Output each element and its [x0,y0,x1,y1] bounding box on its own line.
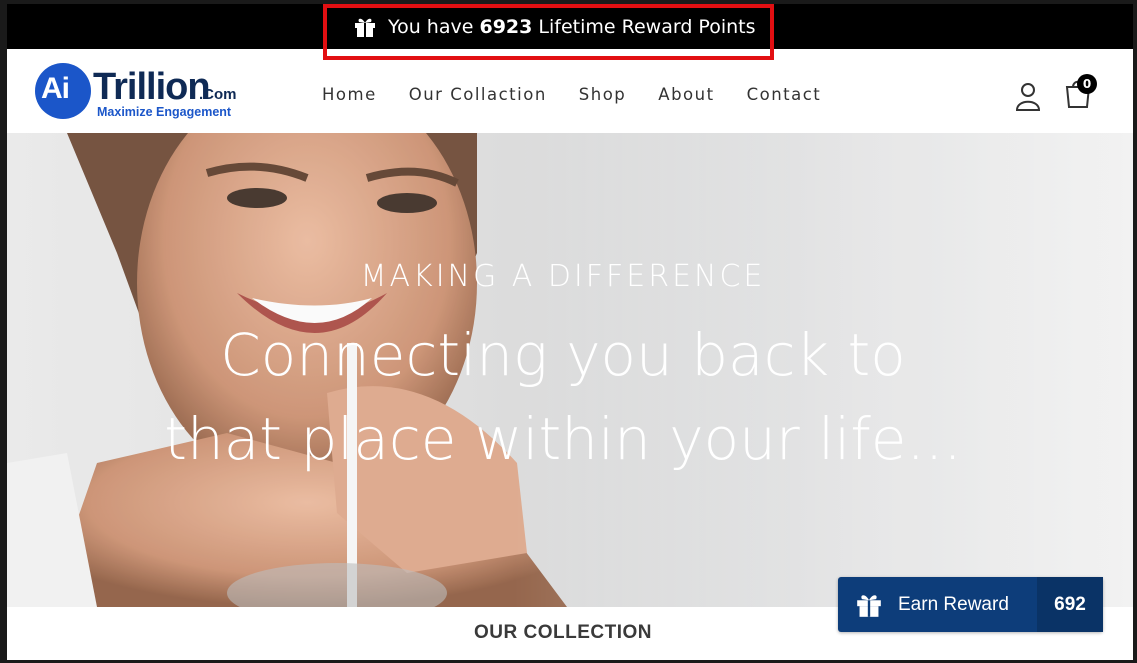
announcement-prefix: You have [388,16,474,38]
gift-icon [355,18,375,37]
announcement-content: You have 6923 Lifetime Reward Points [354,14,756,40]
hero-title-line-2: that place within your life... [164,405,962,473]
announcement-text: You have 6923 Lifetime Reward Points [388,16,756,38]
nav-shop[interactable]: Shop [579,85,627,104]
earn-reward-button[interactable]: Earn Reward 692 [838,577,1103,632]
announcement-suffix: Lifetime Reward Points [538,16,756,38]
announcement-bar: You have 6923 Lifetime Reward Points [7,4,1133,49]
earn-reward-points: 692 [1037,577,1103,632]
logo-trillion-text: Trillion [93,66,211,108]
earn-reward-label: Earn Reward [898,593,1009,615]
logo-com-text: .Com [199,86,237,103]
hero-banner: MAKING A DIFFERENCE Connecting you back … [7,133,1133,607]
logo-ai-text: Ai [41,72,70,105]
nav-our-collection[interactable]: Our Collaction [409,85,547,104]
hero-subtitle: MAKING A DIFFERENCE [360,259,766,294]
nav-home[interactable]: Home [322,85,377,104]
aitrillion-logo[interactable]: Ai Trillion .Com Maximize Engagement [35,63,250,119]
user-icon[interactable] [1015,82,1041,112]
logo-circle: Ai [35,63,91,119]
site-header: Ai Trillion .Com Maximize Engagement Hom… [7,49,1133,133]
hero-title: Connecting you back to that place within… [7,313,1119,481]
nav-contact[interactable]: Contact [747,85,822,104]
hero-title-line-1: Connecting you back to [220,321,906,389]
nav-about[interactable]: About [658,85,714,104]
main-nav: Home Our Collaction Shop About Contact [322,85,853,104]
cart-count-badge: 0 [1077,74,1097,94]
lifetime-points-value: 6923 [479,16,533,38]
page-frame: You have 6923 Lifetime Reward Points Ai … [7,4,1133,660]
gift-icon [857,594,881,617]
logo-tagline: Maximize Engagement [97,105,232,119]
